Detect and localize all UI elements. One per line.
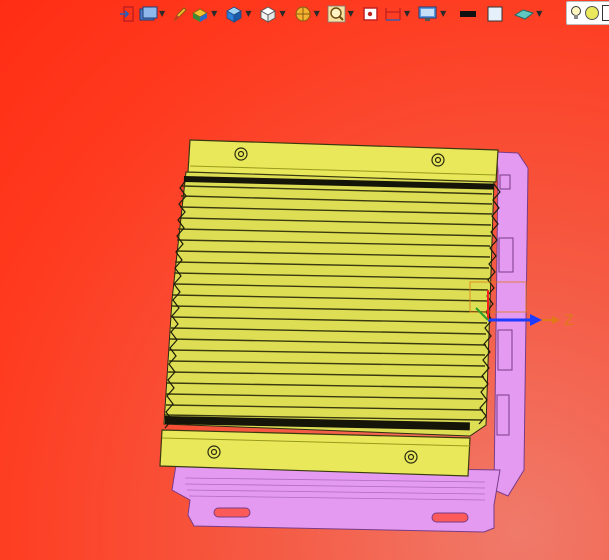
chevron-down-icon[interactable]: ▼ (245, 10, 251, 18)
mounting-slot-left (213, 507, 251, 518)
z-axis-label: Z (564, 313, 574, 329)
view-orientation-icon (139, 6, 158, 21)
section-view-button[interactable]: ▼ (293, 2, 325, 26)
chevron-down-icon[interactable]: ▼ (348, 10, 354, 18)
line-color-button[interactable] (457, 2, 479, 26)
graphics-viewport[interactable]: Z ▼ ▼ ▼ ▼ ▼ ▼ ▼ ▼ ▼ (0, 0, 609, 560)
model-scene[interactable] (0, 0, 609, 560)
zoom-button[interactable]: ▼ (327, 2, 359, 26)
zoom-icon (327, 5, 346, 23)
chevron-down-icon[interactable]: ▼ (536, 10, 542, 18)
lights-toggle-panel[interactable] (566, 1, 609, 25)
cloud-icon (514, 9, 535, 20)
mounting-slot-right (431, 512, 469, 523)
white-swatch-icon (487, 6, 503, 22)
hide-show-items-button[interactable]: ▼ (258, 2, 290, 26)
chevron-down-icon[interactable]: ▼ (279, 10, 285, 18)
view-orientation-button[interactable]: ▼ (138, 2, 170, 26)
exit-sketch-button[interactable] (118, 2, 136, 26)
shaded-cube-icon (226, 6, 243, 23)
cloud-button[interactable]: ▼ (513, 2, 547, 26)
wireframe-cube-icon (260, 6, 277, 23)
apply-scene-button[interactable]: ▼ (190, 2, 222, 26)
heads-up-view-toolbar: ▼ ▼ ▼ ▼ ▼ ▼ ▼ ▼ ▼ (118, 0, 547, 28)
display-style-button[interactable]: ▼ (224, 2, 256, 26)
monitor-icon (418, 6, 437, 21)
panel-edge (602, 5, 609, 21)
pencil-icon (174, 7, 187, 22)
dimension-icon (385, 8, 401, 21)
edit-appearance-button[interactable] (172, 2, 188, 26)
chevron-down-icon[interactable]: ▼ (314, 10, 320, 18)
black-swatch-icon (460, 11, 477, 17)
chevron-down-icon[interactable]: ▼ (440, 10, 446, 18)
sphere-icon[interactable] (584, 5, 600, 21)
section-view-icon (295, 6, 311, 22)
scene-icon (192, 8, 209, 22)
zoom-to-area-button[interactable] (361, 2, 381, 26)
monitor-settings-button[interactable]: ▼ (417, 2, 451, 26)
exit-icon (120, 6, 134, 22)
chevron-down-icon[interactable]: ▼ (404, 10, 410, 18)
background-color-button[interactable] (485, 2, 507, 26)
zoom-area-icon (363, 7, 378, 21)
lightbulb-icon[interactable] (570, 4, 582, 22)
chevron-down-icon[interactable]: ▼ (211, 10, 217, 18)
dimension-button[interactable]: ▼ (383, 2, 415, 26)
chevron-down-icon[interactable]: ▼ (159, 10, 165, 18)
chassis-side-panel (493, 151, 529, 497)
